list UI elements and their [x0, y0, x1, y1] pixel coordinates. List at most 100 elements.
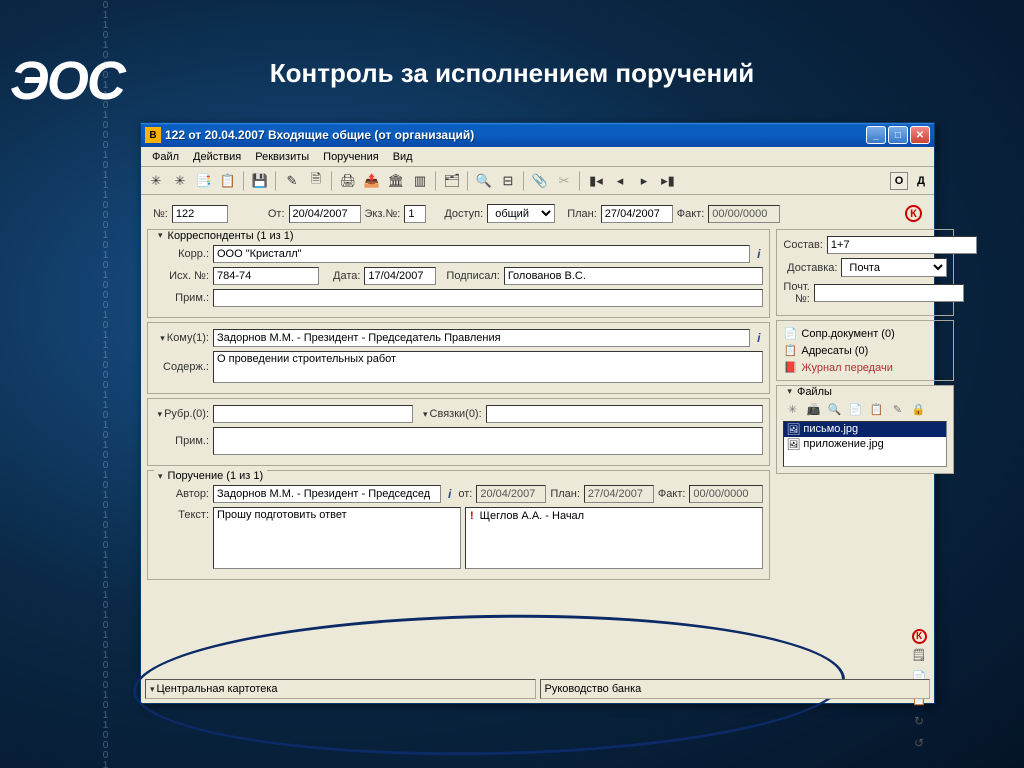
plan-label: План:	[567, 208, 597, 220]
toolbar-sep	[331, 171, 333, 191]
tool-stamp-icon[interactable]: 🏛	[385, 170, 407, 192]
from-label: От:	[268, 208, 285, 220]
tool-doc-icon[interactable]: 🗎	[305, 170, 327, 192]
rubric-group: Рубр.(0): Связки(0): Прим.:	[147, 398, 770, 466]
tool-print-icon[interactable]: 🖨	[337, 170, 359, 192]
mode-o-button[interactable]: О	[890, 172, 908, 190]
tool-new1-icon[interactable]: ✳	[145, 170, 167, 192]
nav-prev-icon[interactable]: ◂	[609, 170, 631, 192]
image-icon: 🖼	[786, 423, 800, 436]
links-field[interactable]	[486, 405, 764, 423]
tool-new2-icon[interactable]: ✳	[169, 170, 191, 192]
close-button[interactable]: ✕	[910, 126, 930, 144]
tool-search-icon[interactable]: 🔍	[473, 170, 495, 192]
content-label: Содерж.:	[154, 361, 209, 373]
journal-link[interactable]: 📕Журнал передачи	[783, 359, 947, 376]
author-label: Автор:	[154, 488, 209, 500]
control-badge-small: К	[912, 629, 927, 644]
fact-field[interactable]	[708, 205, 780, 223]
assign-fact-field[interactable]	[689, 485, 763, 503]
file-lock-icon[interactable]: 🔒	[909, 403, 927, 419]
assign-from-field[interactable]	[476, 485, 546, 503]
menu-actions[interactable]: Действия	[186, 149, 248, 165]
toolbar-sep	[435, 171, 437, 191]
signed-field[interactable]	[504, 267, 764, 285]
info-icon[interactable]: i	[754, 247, 763, 261]
delivery-select[interactable]: Почта	[841, 258, 947, 277]
menu-view[interactable]: Вид	[386, 149, 420, 165]
date-field[interactable]	[364, 267, 436, 285]
nav-first-icon[interactable]: ▮◂	[585, 170, 607, 192]
file-list[interactable]: 🖼письмо.jpg 🖼приложение.jpg	[783, 421, 947, 467]
file-paste-icon[interactable]: 📋	[867, 403, 885, 419]
out-field[interactable]	[213, 267, 319, 285]
info-icon[interactable]: i	[445, 487, 454, 501]
to-field[interactable]	[213, 329, 750, 347]
tool-export-icon[interactable]: 📤	[361, 170, 383, 192]
file-view-icon[interactable]: 🔍	[825, 403, 843, 419]
tool-d-icon[interactable]: ↻	[910, 714, 928, 732]
links-label[interactable]: Связки(0):	[423, 408, 482, 420]
composition-field[interactable]	[827, 236, 977, 254]
file-add-icon[interactable]: ✳	[783, 403, 801, 419]
minimize-button[interactable]: _	[866, 126, 886, 144]
rubr-field[interactable]	[213, 405, 413, 423]
to-label[interactable]: Кому(1):	[154, 332, 209, 344]
file-item[interactable]: 🖼письмо.jpg	[784, 422, 946, 437]
author-field[interactable]	[213, 485, 441, 503]
rubr-note-field[interactable]	[213, 427, 763, 455]
file-scan-icon[interactable]: 📠	[804, 403, 822, 419]
correspondents-title[interactable]: Корреспонденты (1 из 1)	[154, 230, 298, 242]
assign-plan-field[interactable]	[584, 485, 654, 503]
status-left: Центральная картотека	[145, 679, 536, 699]
rubr-label[interactable]: Рубр.(0):	[154, 408, 209, 420]
priority-mark: !	[470, 510, 474, 522]
window-titlebar: В 122 от 20.04.2007 Входящие общие (от о…	[141, 123, 934, 147]
tool-a-icon[interactable]: 🗒	[910, 648, 928, 666]
executor-box[interactable]: ! Щеглов А.А. - Начал	[465, 507, 763, 569]
corr-note-field[interactable]	[213, 289, 763, 307]
delivery-box: Состав: Доставка: Почта Почт. №:	[776, 229, 954, 316]
content-field[interactable]: О проведении строительных работ	[213, 351, 763, 383]
tool-barcode-icon[interactable]: ▥	[409, 170, 431, 192]
plan-field[interactable]	[601, 205, 673, 223]
mode-d-button[interactable]: Д	[912, 172, 930, 190]
copy-field[interactable]	[404, 205, 426, 223]
maximize-button[interactable]: □	[888, 126, 908, 144]
assignment-text[interactable]: Прошу подготовить ответ	[213, 507, 461, 569]
files-title[interactable]: Файлы	[783, 386, 835, 398]
cover-doc-link[interactable]: 📄Сопр.документ (0)	[783, 325, 947, 342]
image-icon: 🖼	[786, 438, 800, 451]
access-select[interactable]: общий	[487, 204, 555, 223]
date-label: Дата:	[333, 270, 360, 282]
tool-card-icon[interactable]: 🗂	[441, 170, 463, 192]
tool-paste-icon[interactable]: 📋	[217, 170, 239, 192]
assignment-title[interactable]: Поручение (1 из 1)	[154, 470, 267, 482]
toolbar-sep	[275, 171, 277, 191]
addressees-link[interactable]: 📋Адресаты (0)	[783, 342, 947, 359]
tool-e-icon[interactable]: ↺	[910, 736, 928, 754]
signed-label: Подписал:	[446, 270, 499, 282]
menu-requisites[interactable]: Реквизиты	[248, 149, 316, 165]
menu-assignments[interactable]: Поручения	[316, 149, 386, 165]
file-item[interactable]: 🖼приложение.jpg	[784, 437, 946, 452]
executor-name: Щеглов А.А. - Начал	[480, 510, 584, 522]
menu-file[interactable]: Файл	[145, 149, 186, 165]
file-copy-icon[interactable]: 📄	[846, 403, 864, 419]
toolbar-sep	[467, 171, 469, 191]
tool-edit-icon[interactable]: ✎	[281, 170, 303, 192]
tool-attach-icon[interactable]: 📎	[529, 170, 551, 192]
toolbar-sep	[523, 171, 525, 191]
delivery-label: Доставка:	[783, 262, 837, 274]
postnum-field[interactable]	[814, 284, 964, 302]
num-field[interactable]	[172, 205, 228, 223]
tool-copy-icon[interactable]: 📑	[193, 170, 215, 192]
info-icon[interactable]: i	[754, 331, 763, 345]
from-field[interactable]	[289, 205, 361, 223]
tool-cut-icon: ✂	[553, 170, 575, 192]
nav-last-icon[interactable]: ▸▮	[657, 170, 679, 192]
nav-next-icon[interactable]: ▸	[633, 170, 655, 192]
tool-link-icon[interactable]: ⊟	[497, 170, 519, 192]
korr-field[interactable]	[213, 245, 750, 263]
file-edit-icon[interactable]: ✎	[888, 403, 906, 419]
